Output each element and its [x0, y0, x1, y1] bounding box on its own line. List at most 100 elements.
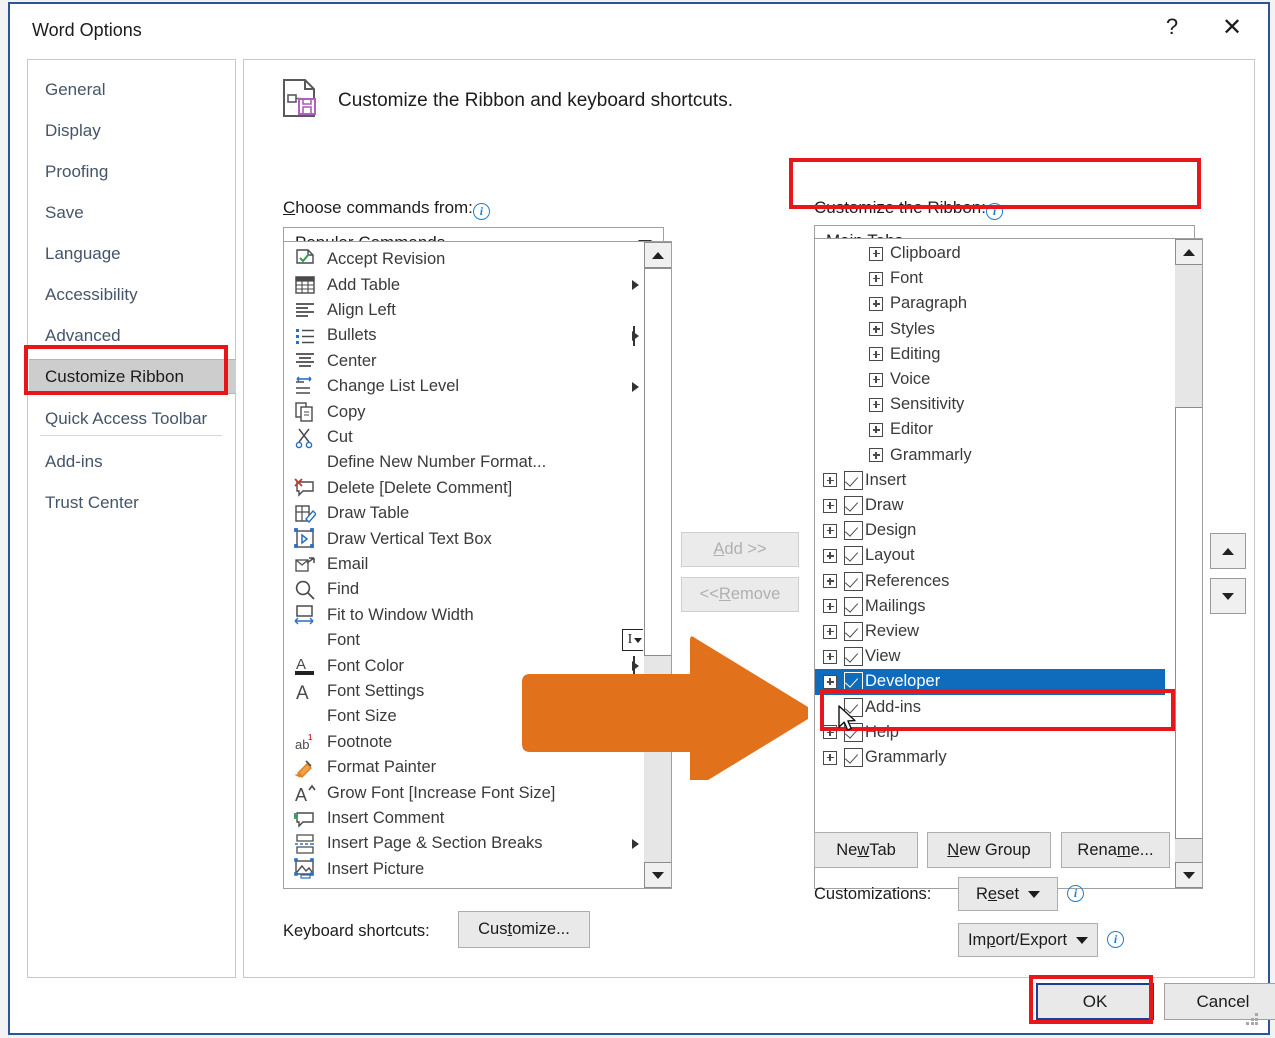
sidebar-item-proofing[interactable]: Proofing — [29, 154, 236, 189]
remove-button[interactable]: << Remove — [681, 577, 799, 612]
ribbon-tree-item-voice[interactable]: Voice — [815, 367, 1165, 392]
command-list-item[interactable]: Add Table — [284, 272, 639, 298]
ok-button[interactable]: OK — [1036, 983, 1154, 1020]
move-up-button[interactable] — [1210, 533, 1246, 569]
help-icon[interactable]: ? — [1144, 4, 1200, 50]
submenu-arrow-icon[interactable] — [632, 381, 639, 392]
ribbon-tree-item-add-ins[interactable]: Add-ins — [815, 695, 1165, 720]
new-group-button[interactable]: New Group — [927, 832, 1051, 868]
ribbon-tab-checkbox[interactable] — [844, 470, 863, 490]
command-list-item[interactable]: ab 1 Footnote — [284, 730, 639, 756]
command-list-item[interactable]: Fit to Window Width — [284, 603, 639, 629]
command-list-item[interactable]: A Font Settings — [284, 679, 639, 705]
submenu-arrow-icon[interactable] — [632, 838, 639, 849]
ribbon-tree-item-insert[interactable]: Insert — [815, 468, 1165, 493]
resize-grip[interactable] — [1246, 1013, 1259, 1026]
sidebar-item-language[interactable]: Language — [29, 236, 236, 271]
ribbon-tree-item-design[interactable]: Design — [815, 518, 1165, 543]
ribbon-tree-item-help[interactable]: Help — [815, 720, 1165, 745]
ribbon-tree-item-editing[interactable]: Editing — [815, 342, 1165, 367]
sidebar-item-quick-access-toolbar[interactable]: Quick Access Toolbar — [29, 401, 236, 436]
command-list-item[interactable]: Font — [284, 628, 639, 654]
command-list-item[interactable]: Align Left — [284, 298, 639, 324]
ribbon-tree-item-grammarly[interactable]: Grammarly — [815, 443, 1165, 468]
sidebar-item-save[interactable]: Save — [29, 195, 236, 230]
command-list-item[interactable]: Change List Level — [284, 374, 639, 400]
sidebar-item-trust-center[interactable]: Trust Center — [29, 485, 236, 520]
command-list-item[interactable]: Cut — [284, 425, 639, 451]
close-icon[interactable]: ✕ — [1204, 4, 1260, 50]
expand-plus-icon[interactable] — [823, 473, 837, 488]
sidebar-item-display[interactable]: Display — [29, 113, 236, 148]
command-list-item[interactable]: Copy — [284, 399, 639, 425]
reset-button[interactable]: Re set — [958, 877, 1058, 911]
command-list-item[interactable]: Insert Page & Section Breaks — [284, 831, 639, 857]
ribbon-scroll-down-button[interactable] — [1175, 862, 1202, 888]
expand-plus-icon[interactable] — [823, 498, 837, 513]
ribbon-tree-item-paragraph[interactable]: Paragraph — [815, 291, 1165, 316]
commands-scroll-down-button[interactable] — [644, 862, 671, 888]
command-list-item[interactable]: Center — [284, 349, 639, 375]
ribbon-tree-item-font[interactable]: Font — [815, 266, 1165, 291]
expand-plus-icon[interactable] — [823, 725, 837, 740]
command-list-item[interactable]: Draw Vertical Text Box — [284, 526, 639, 552]
command-list-item[interactable]: A Font Color — [284, 653, 639, 679]
ribbon-tree-item-styles[interactable]: Styles — [815, 317, 1165, 342]
sidebar-item-customize-ribbon[interactable]: Customize Ribbon — [29, 359, 236, 394]
expand-plus-icon[interactable] — [823, 574, 837, 589]
ribbon-scrollbar[interactable] — [1174, 239, 1202, 888]
ribbon-tree-item-references[interactable]: References — [815, 569, 1165, 594]
ribbon-tab-checkbox[interactable] — [844, 622, 863, 642]
sidebar-item-add-ins[interactable]: Add-ins — [29, 444, 236, 479]
ribbon-tree-item-review[interactable]: Review — [815, 619, 1165, 644]
info-icon[interactable]: i — [472, 203, 490, 220]
ribbon-tab-checkbox[interactable] — [844, 722, 863, 742]
ribbon-tree-item-editor[interactable]: Editor — [815, 417, 1165, 442]
info-icon[interactable]: i — [1107, 931, 1124, 948]
command-list-item[interactable]: Define New Number Format... — [284, 450, 639, 476]
expand-plus-icon[interactable] — [823, 599, 837, 614]
expand-plus-icon[interactable] — [869, 448, 883, 463]
expand-plus-icon[interactable] — [869, 347, 883, 362]
command-list-item[interactable]: Accept Revision — [284, 247, 639, 273]
expand-plus-icon[interactable] — [823, 649, 837, 664]
customize-keyboard-button[interactable]: Cus t omize... — [458, 911, 590, 948]
ribbon-tree-item-mailings[interactable]: Mailings — [815, 594, 1165, 619]
expand-plus-icon[interactable] — [869, 296, 883, 311]
info-icon[interactable]: i — [985, 203, 1003, 220]
expand-plus-icon[interactable] — [869, 397, 883, 412]
info-icon[interactable]: i — [1067, 885, 1084, 902]
ribbon-tab-checkbox[interactable] — [844, 697, 863, 717]
ribbon-tab-checkbox[interactable] — [844, 571, 863, 591]
expand-plus-icon[interactable] — [869, 372, 883, 387]
command-list-item[interactable]: Insert Picture — [284, 857, 639, 883]
expand-plus-icon[interactable] — [823, 523, 837, 538]
expand-plus-icon[interactable] — [823, 548, 837, 563]
command-list-item[interactable]: Font Size — [284, 704, 639, 730]
expand-plus-icon[interactable] — [823, 624, 837, 639]
ribbon-tab-checkbox[interactable] — [844, 546, 863, 566]
new-tab-button[interactable]: Ne w Tab — [814, 832, 918, 868]
ribbon-tree-item-grammarly[interactable]: Grammarly — [815, 745, 1165, 770]
sidebar-item-accessibility[interactable]: Accessibility — [29, 277, 236, 312]
rename-button[interactable]: Rena m e... — [1061, 832, 1170, 868]
expand-plus-icon[interactable] — [823, 750, 837, 765]
command-list-item[interactable]: Bullets — [284, 323, 639, 349]
ribbon-scroll-up-button[interactable] — [1175, 239, 1202, 265]
command-list-item[interactable]: A Grow Font [Increase Font Size] — [284, 780, 639, 806]
ribbon-tab-checkbox[interactable] — [844, 647, 863, 667]
move-down-button[interactable] — [1210, 578, 1246, 614]
command-list-item[interactable]: Find — [284, 577, 639, 603]
command-list-item[interactable]: Insert Comment — [284, 806, 639, 832]
commands-listbox[interactable]: Accept Revision Add Table Align Left Bullet… — [283, 241, 672, 889]
ribbon-tab-checkbox[interactable] — [844, 672, 863, 692]
commands-scrollbar[interactable] — [643, 242, 671, 888]
expand-plus-icon[interactable] — [869, 422, 883, 437]
ribbon-tree-item-developer[interactable]: Developer — [815, 669, 1165, 695]
sidebar-item-advanced[interactable]: Advanced — [29, 318, 236, 353]
ribbon-tab-checkbox[interactable] — [844, 748, 863, 768]
command-list-item[interactable]: Email — [284, 552, 639, 578]
ribbon-tree-item-layout[interactable]: Layout — [815, 543, 1165, 568]
sidebar-item-general[interactable]: General — [29, 72, 236, 107]
ribbon-tree-item-sensitivity[interactable]: Sensitivity — [815, 392, 1165, 417]
